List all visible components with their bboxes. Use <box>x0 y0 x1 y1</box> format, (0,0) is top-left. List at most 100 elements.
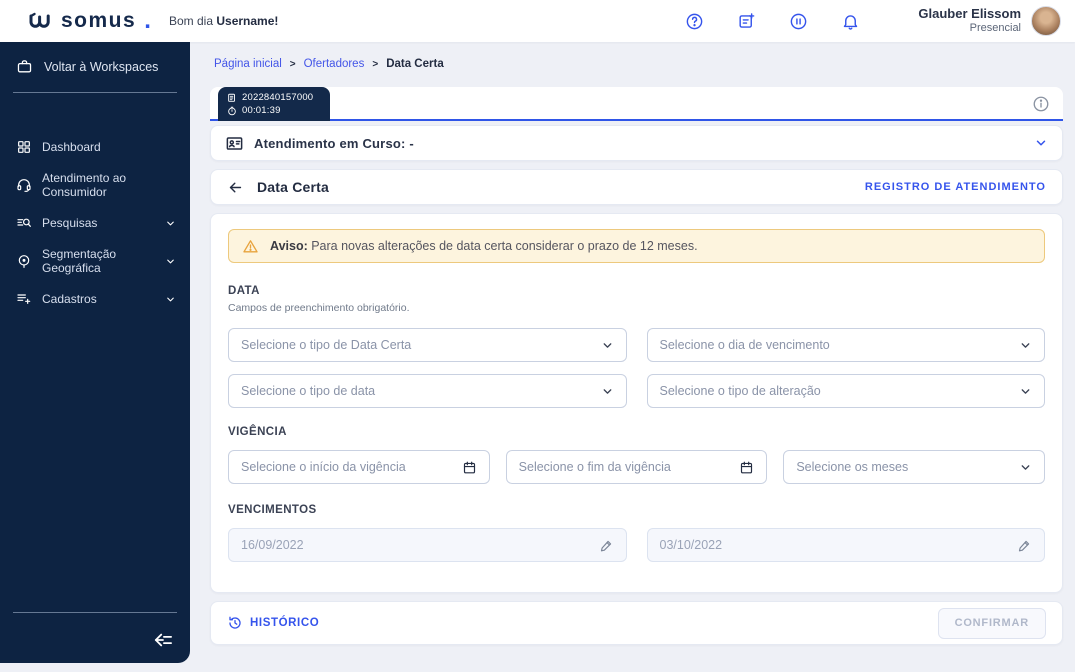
section-title-data: DATA <box>228 285 260 297</box>
sidebar-item-cadastros[interactable]: Cadastros <box>0 283 190 315</box>
list-add-icon <box>16 291 32 307</box>
sidebar-divider-top <box>13 92 177 93</box>
calendar-icon[interactable] <box>462 460 477 475</box>
chevron-down-icon <box>165 256 176 267</box>
session-id: 2022840157000 <box>242 92 314 103</box>
page-header: Data Certa REGISTRO DE ATENDIMENTO <box>210 169 1063 205</box>
session-tab-strip: 2022840157000 00:01:39 <box>210 87 1063 121</box>
attendance-label: Atendimento em Curso: - <box>254 135 414 151</box>
select-placeholder: Selecione o tipo de alteração <box>659 384 821 398</box>
select-tipo-alteracao[interactable]: Selecione o tipo de alteração <box>646 374 1045 408</box>
vencimento-date-2: 03/10/2022 <box>646 528 1045 562</box>
history-clock-icon <box>227 615 243 631</box>
historico-button[interactable]: HISTÓRICO <box>227 615 319 631</box>
new-record-icon[interactable] <box>737 12 756 31</box>
breadcrumb: Página inicial > Ofertadores > Data Cert… <box>214 58 1063 70</box>
search-list-icon <box>16 215 32 231</box>
session-tab[interactable]: 2022840157000 00:01:39 <box>218 87 330 121</box>
attendance-in-progress-bar[interactable]: Atendimento em Curso: - <box>210 125 1063 161</box>
edit-pencil-icon[interactable] <box>1017 538 1032 553</box>
select-meses[interactable]: Selecione os meses <box>783 450 1045 484</box>
historico-label: HISTÓRICO <box>250 617 320 629</box>
logo-text: somus <box>61 9 137 32</box>
section-title-vencimentos: VENCIMENTOS <box>228 504 317 516</box>
sidebar-item-dashboard[interactable]: Dashboard <box>0 131 190 163</box>
sidebar-item-label: Pesquisas <box>42 216 98 230</box>
breadcrumb-ofertadores[interactable]: Ofertadores <box>304 58 365 70</box>
notifications-bell-icon[interactable] <box>841 12 860 31</box>
data-selects-row-1: Selecione o tipo de Data Certa Selecione… <box>228 328 1045 408</box>
main-content: Página inicial > Ofertadores > Data Cert… <box>190 42 1075 672</box>
registro-atendimento-button[interactable]: REGISTRO DE ATENDIMENTO <box>865 181 1046 193</box>
datepicker-fim-vigencia[interactable]: Selecione o fim da vigência <box>505 450 768 484</box>
select-placeholder: Selecione o dia de vencimento <box>659 338 830 352</box>
datefield-placeholder: Selecione o fim da vigência <box>518 460 671 474</box>
calendar-icon[interactable] <box>739 460 754 475</box>
sidebar-item-label: Dashboard <box>42 140 101 154</box>
chevron-down-icon <box>165 294 176 305</box>
warning-text: Aviso: Para novas alterações de data cer… <box>270 239 698 253</box>
chevron-down-icon <box>1019 339 1032 352</box>
select-placeholder: Selecione o tipo de data <box>241 384 376 398</box>
breadcrumb-pagina-inicial[interactable]: Página inicial <box>214 58 282 70</box>
id-card-icon <box>225 134 244 153</box>
dashboard-icon <box>16 139 32 155</box>
page-title: Data Certa <box>257 179 330 195</box>
somus-wave-logo-icon <box>28 11 54 31</box>
greeting-username: Username! <box>216 14 279 28</box>
vencimentos-row: 16/09/2022 03/10/2022 <box>228 528 1045 562</box>
select-tipo-data[interactable]: Selecione o tipo de data <box>228 374 627 408</box>
headset-icon <box>16 177 32 193</box>
sidebar-nav: Dashboard Atendimento ao Consumidor Pesq… <box>0 131 190 315</box>
sidebar-item-label: Segmentação Geográfica <box>42 247 117 275</box>
user-name: Glauber Elissom <box>918 6 1021 21</box>
select-tipo-data-certa[interactable]: Selecione o tipo de Data Certa <box>228 328 627 362</box>
breadcrumb-current: Data Certa <box>386 58 444 70</box>
user-status: Presencial <box>969 22 1021 35</box>
collapse-sidebar-icon[interactable] <box>152 631 174 649</box>
chevron-down-icon <box>1019 461 1032 474</box>
select-dia-vencimento[interactable]: Selecione o dia de vencimento <box>646 328 1045 362</box>
datepicker-inicio-vigencia[interactable]: Selecione o início da vigência <box>228 450 490 484</box>
sidebar-item-pesquisas[interactable]: Pesquisas <box>0 207 190 239</box>
workspace-briefcase-icon <box>16 58 33 75</box>
vigencia-row: Selecione o início da vigência Selecione… <box>228 450 1045 484</box>
edit-pencil-icon[interactable] <box>599 538 614 553</box>
sidebar-footer <box>0 617 190 663</box>
vencimento-value: 03/10/2022 <box>659 538 723 552</box>
document-icon <box>227 93 237 103</box>
warning-body: Para novas alterações de data certa cons… <box>307 239 698 253</box>
greeting-text: Bom dia Username! <box>169 14 278 28</box>
sidebar-item-atendimento[interactable]: Atendimento ao Consumidor <box>0 163 190 207</box>
timer-icon <box>227 106 237 116</box>
select-placeholder: Selecione o tipo de Data Certa <box>241 338 412 352</box>
warning-banner: Aviso: Para novas alterações de data cer… <box>228 229 1045 263</box>
chevron-down-icon <box>165 218 176 229</box>
confirmar-button[interactable]: CONFIRMAR <box>937 607 1046 639</box>
vencimento-date-1: 16/09/2022 <box>228 528 627 562</box>
user-info[interactable]: Glauber Elissom Presencial <box>918 6 1021 36</box>
top-header: somus . Bom dia Username! Glauber Elisso… <box>0 0 1075 42</box>
data-certa-form: Aviso: Para novas alterações de data cer… <box>210 213 1063 593</box>
required-fields-note: Campos de preenchimento obrigatório. <box>228 302 410 314</box>
datefield-placeholder: Selecione o início da vigência <box>241 460 406 474</box>
greeting-prefix: Bom dia <box>169 14 217 28</box>
chevron-down-icon <box>601 339 614 352</box>
sidebar-item-label: Atendimento ao Consumidor <box>42 171 127 199</box>
help-icon[interactable] <box>685 12 704 31</box>
warning-triangle-icon <box>242 238 259 255</box>
sidebar-divider-bottom <box>13 612 177 613</box>
header-icon-group <box>685 12 860 31</box>
chevron-down-icon <box>1019 385 1032 398</box>
app-logo[interactable]: somus . <box>0 7 165 35</box>
sidebar-item-voltar-workspaces[interactable]: Voltar à Workspaces <box>0 42 190 88</box>
select-placeholder: Selecione os meses <box>796 460 909 474</box>
info-icon[interactable] <box>1032 95 1050 113</box>
avatar[interactable] <box>1031 6 1061 36</box>
chevron-down-icon[interactable] <box>1034 136 1048 150</box>
back-arrow-icon[interactable] <box>227 179 244 196</box>
sidebar-item-segmentacao[interactable]: Segmentação Geográfica <box>0 239 190 283</box>
pause-icon[interactable] <box>789 12 808 31</box>
sidebar: Voltar à Workspaces Dashboard Atendiment… <box>0 42 190 663</box>
